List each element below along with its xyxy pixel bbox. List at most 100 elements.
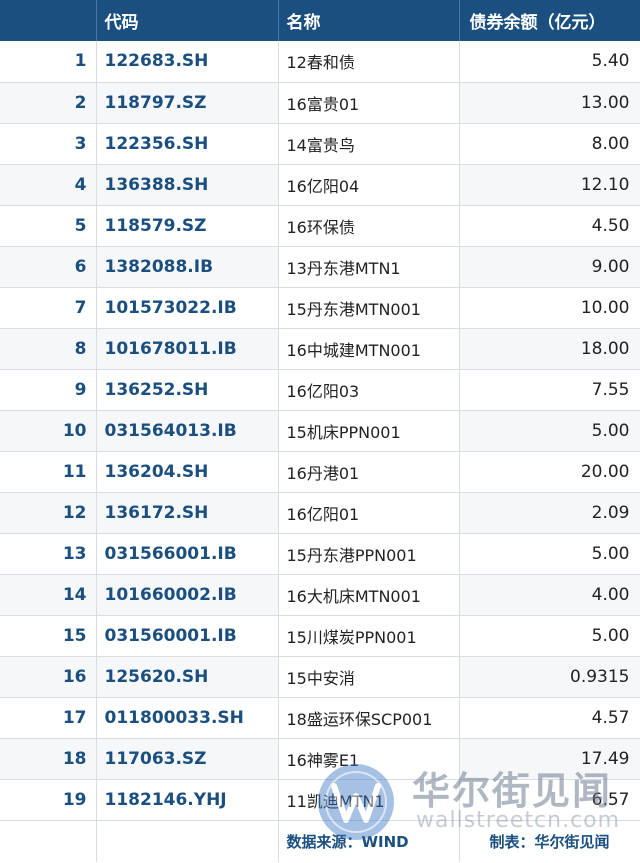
- row-index: 14: [0, 574, 97, 615]
- row-index: 18: [0, 738, 97, 779]
- table-row: 13 031566001.IB 15丹东港PPN001 5.00: [0, 533, 640, 574]
- row-index: 8: [0, 328, 97, 369]
- bond-code: 031560001.IB: [96, 615, 279, 656]
- row-index: 19: [0, 779, 97, 820]
- bond-amount: 4.50: [459, 205, 640, 246]
- table-footer: 数据来源：WIND 制表：华尔街见闻: [0, 820, 640, 862]
- table-row: 14 101660002.IB 16大机床MTN001 4.00: [0, 574, 640, 615]
- bond-name: 16丹港01: [278, 451, 460, 492]
- bond-name: 15中安消: [278, 656, 460, 697]
- table-row: 15 031560001.IB 15川煤炭PPN001 5.00: [0, 615, 640, 656]
- bond-name: 16亿阳04: [278, 164, 460, 205]
- table-row: 17 011800033.SH 18盛运环保SCP001 4.57: [0, 697, 640, 738]
- bond-name: 16富贵01: [278, 82, 460, 123]
- table-row: 12 136172.SH 16亿阳01 2.09: [0, 492, 640, 533]
- table-row: 16 125620.SH 15中安消 0.9315: [0, 656, 640, 697]
- table-row: 1 122683.SH 12春和债 5.40: [0, 41, 640, 82]
- bond-name: 16神雾E1: [278, 738, 460, 779]
- table-row: 5 118579.SZ 16环保债 4.50: [0, 205, 640, 246]
- bond-amount: 2.09: [459, 492, 640, 533]
- bond-code: 101660002.IB: [96, 574, 279, 615]
- bond-name: 16中城建MTN001: [278, 328, 460, 369]
- bond-amount: 0.9315: [459, 656, 640, 697]
- row-index: 9: [0, 369, 97, 410]
- table-row: 6 1382088.IB 13丹东港MTN1 9.00: [0, 246, 640, 287]
- bond-amount: 17.49: [459, 738, 640, 779]
- data-source-note: 数据来源：WIND: [278, 820, 460, 862]
- footer-row: 数据来源：WIND 制表：华尔街见闻: [0, 820, 640, 862]
- bond-amount: 7.55: [459, 369, 640, 410]
- bond-amount: 4.57: [459, 697, 640, 738]
- row-index: 12: [0, 492, 97, 533]
- bond-name: 16环保债: [278, 205, 460, 246]
- bond-amount: 13.00: [459, 82, 640, 123]
- bond-code: 101573022.IB: [96, 287, 279, 328]
- bond-name: 15川煤炭PPN001: [278, 615, 460, 656]
- bond-code: 122683.SH: [96, 41, 279, 82]
- footer-empty-index: [0, 820, 97, 862]
- row-index: 10: [0, 410, 97, 451]
- table-row: 7 101573022.IB 15丹东港MTN001 10.00: [0, 287, 640, 328]
- row-index: 3: [0, 123, 97, 164]
- table-row: 3 122356.SH 14富贵鸟 8.00: [0, 123, 640, 164]
- bond-name: 15丹东港MTN001: [278, 287, 460, 328]
- bond-amount: 18.00: [459, 328, 640, 369]
- bond-amount: 4.00: [459, 574, 640, 615]
- row-index: 17: [0, 697, 97, 738]
- bond-code: 117063.SZ: [96, 738, 279, 779]
- bond-code: 136252.SH: [96, 369, 279, 410]
- bond-code: 125620.SH: [96, 656, 279, 697]
- bond-name: 16亿阳03: [278, 369, 460, 410]
- row-index: 13: [0, 533, 97, 574]
- table-body: 1 122683.SH 12春和债 5.40 2 118797.SZ 16富贵01 13.00…: [0, 41, 640, 820]
- bond-amount: 9.00: [459, 246, 640, 287]
- row-index: 7: [0, 287, 97, 328]
- header-name: 名称: [278, 0, 460, 41]
- bond-name: 16亿阳01: [278, 492, 460, 533]
- bond-name: 13丹东港MTN1: [278, 246, 460, 287]
- bond-amount: 20.00: [459, 451, 640, 492]
- table-row: 2 118797.SZ 16富贵01 13.00: [0, 82, 640, 123]
- bond-name: 16大机床MTN001: [278, 574, 460, 615]
- table-row: 4 136388.SH 16亿阳04 12.10: [0, 164, 640, 205]
- bond-code: 136172.SH: [96, 492, 279, 533]
- bond-name: 14富贵鸟: [278, 123, 460, 164]
- bond-code: 118579.SZ: [96, 205, 279, 246]
- header-index: [0, 0, 97, 41]
- table-row: 11 136204.SH 16丹港01 20.00: [0, 451, 640, 492]
- header-code: 代码: [96, 0, 279, 41]
- table-row: 10 031564013.IB 15机床PPN001 5.00: [0, 410, 640, 451]
- table-maker-note: 制表：华尔街见闻: [459, 820, 640, 862]
- bond-name: 18盛运环保SCP001: [278, 697, 460, 738]
- bond-amount: 5.40: [459, 41, 640, 82]
- table-row: 19 1182146.YHJ 11凯迪MTN1 6.57: [0, 779, 640, 820]
- bond-amount: 10.00: [459, 287, 640, 328]
- row-index: 5: [0, 205, 97, 246]
- bond-amount: 12.10: [459, 164, 640, 205]
- row-index: 16: [0, 656, 97, 697]
- bond-amount: 5.00: [459, 615, 640, 656]
- bond-code: 1182146.YHJ: [96, 779, 279, 820]
- bond-table: 代码 名称 债券余额（亿元） 1 122683.SH 12春和债 5.40 2 11879…: [0, 0, 640, 862]
- bond-name: 15丹东港PPN001: [278, 533, 460, 574]
- row-index: 15: [0, 615, 97, 656]
- row-index: 2: [0, 82, 97, 123]
- bond-amount: 5.00: [459, 410, 640, 451]
- table-row: 18 117063.SZ 16神雾E1 17.49: [0, 738, 640, 779]
- row-index: 1: [0, 41, 97, 82]
- bond-code: 1382088.IB: [96, 246, 279, 287]
- row-index: 6: [0, 246, 97, 287]
- bond-code: 031564013.IB: [96, 410, 279, 451]
- bond-name: 12春和债: [278, 41, 460, 82]
- bond-name: 11凯迪MTN1: [278, 779, 460, 820]
- bond-code: 118797.SZ: [96, 82, 279, 123]
- bond-amount: 8.00: [459, 123, 640, 164]
- row-index: 11: [0, 451, 97, 492]
- bond-code: 136204.SH: [96, 451, 279, 492]
- bond-code: 011800033.SH: [96, 697, 279, 738]
- table-header: 代码 名称 债券余额（亿元）: [0, 0, 640, 41]
- bond-code: 031566001.IB: [96, 533, 279, 574]
- row-index: 4: [0, 164, 97, 205]
- header-amount: 债券余额（亿元）: [459, 0, 640, 41]
- bond-code: 122356.SH: [96, 123, 279, 164]
